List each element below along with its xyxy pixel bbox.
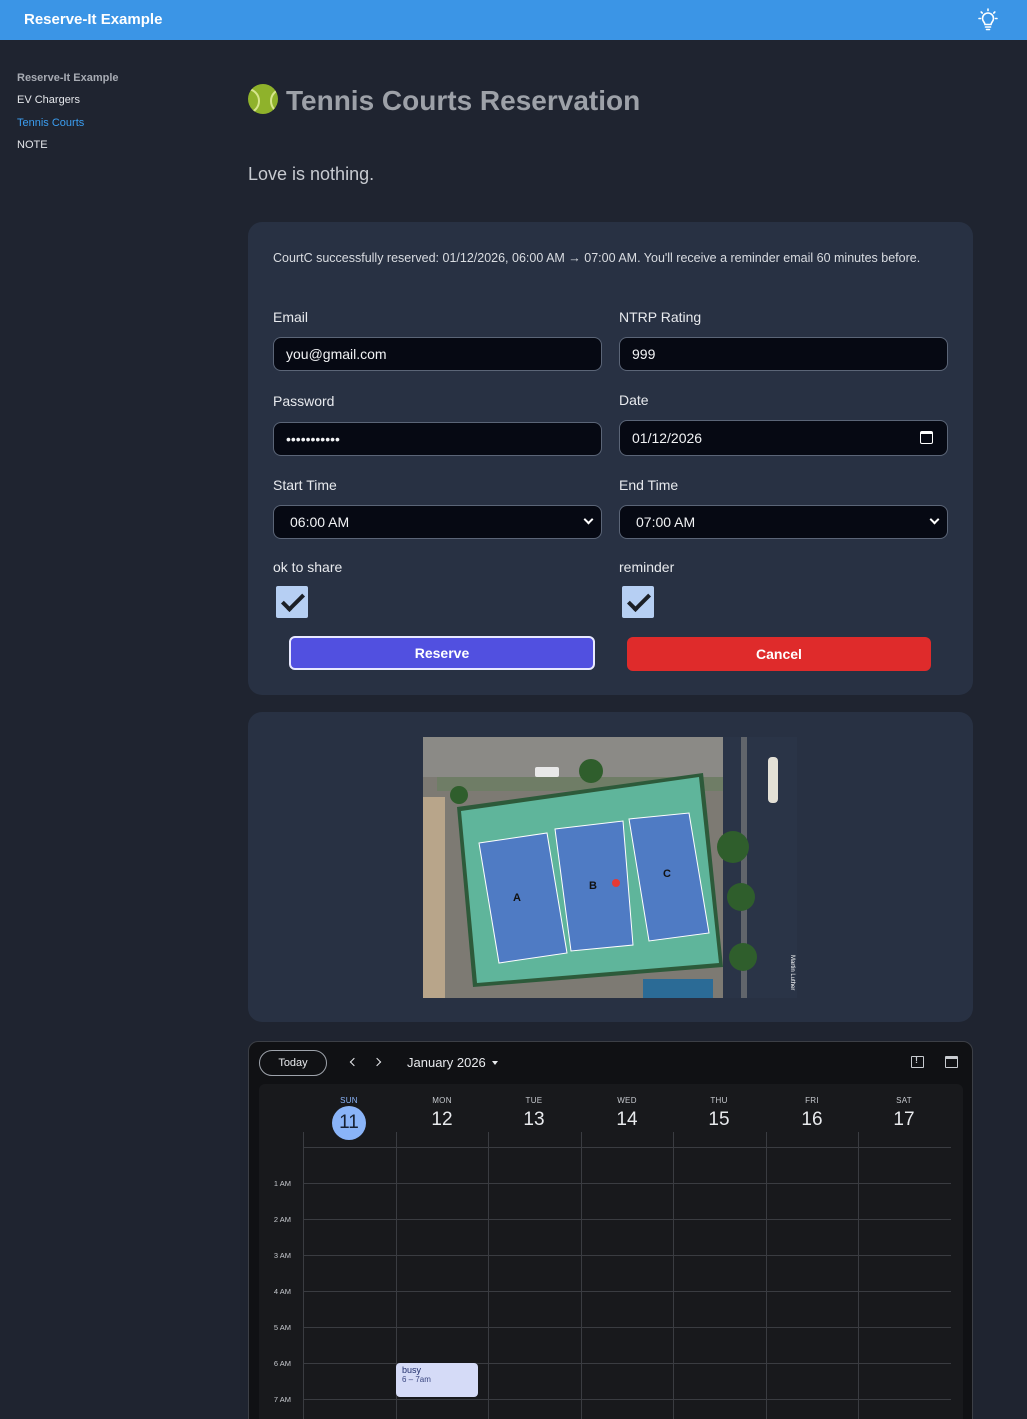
- day-date[interactable]: 17: [858, 1109, 950, 1131]
- court-map-image: A B C Martin Luther: [423, 737, 797, 998]
- day-name: MON: [432, 1096, 452, 1105]
- chevron-down-icon: [929, 514, 940, 525]
- app-header: Reserve-It Example: [0, 0, 1027, 40]
- date-value: 01/12/2026: [632, 430, 703, 446]
- sidebar-item-ev-chargers[interactable]: EV Chargers: [17, 94, 80, 106]
- hour-label: 7 AM: [273, 1395, 291, 1404]
- event-time: 6 – 7am: [402, 1375, 431, 1384]
- day-header-sun[interactable]: SUN 11: [303, 1096, 395, 1140]
- grid-divider: [858, 1132, 859, 1419]
- grid-divider: [488, 1132, 489, 1419]
- day-date[interactable]: 16: [766, 1109, 858, 1131]
- court-label-b: B: [589, 880, 597, 892]
- hour-label: 1 AM: [273, 1179, 291, 1188]
- password-label: Password: [273, 393, 335, 409]
- email-label: Email: [273, 309, 309, 325]
- chevron-right-icon[interactable]: [369, 1052, 389, 1072]
- month-label: January 2026: [407, 1055, 486, 1070]
- tennis-ball-icon: [248, 84, 278, 114]
- hour-line: [303, 1255, 951, 1256]
- hour-label: 3 AM: [273, 1251, 291, 1260]
- page-title-text: Tennis Courts Reservation: [286, 85, 641, 116]
- cancel-button[interactable]: Cancel: [627, 637, 931, 671]
- grid-divider: [303, 1132, 304, 1419]
- day-name: THU: [710, 1096, 728, 1105]
- reminder-label: reminder: [619, 559, 675, 575]
- court-label-c: C: [663, 868, 671, 880]
- week-grid: SUN 11 MON 12 TUE 13 WED 14 THU 15 FRI 1…: [259, 1084, 963, 1419]
- calendar-icon[interactable]: [945, 1056, 958, 1068]
- day-name: WED: [617, 1096, 637, 1105]
- feedback-icon[interactable]: [911, 1055, 924, 1068]
- caret-down-icon: [491, 1061, 498, 1065]
- start-time-value: 06:00 AM: [290, 514, 350, 530]
- hour-label: 5 AM: [273, 1323, 291, 1332]
- day-date[interactable]: 11: [332, 1106, 366, 1140]
- event-title: busy: [402, 1365, 422, 1375]
- ntrp-rating-field[interactable]: 999: [619, 337, 948, 371]
- day-name: TUE: [525, 1096, 543, 1105]
- day-header-thu[interactable]: THU 15: [673, 1096, 765, 1131]
- grid-divider: [673, 1132, 674, 1419]
- hour-line: [303, 1147, 951, 1148]
- reminder-checkbox[interactable]: [622, 586, 654, 618]
- date-field[interactable]: 01/12/2026: [619, 420, 948, 456]
- ok-to-share-checkbox[interactable]: [276, 586, 308, 618]
- month-selector[interactable]: January 2026: [407, 1055, 498, 1070]
- calendar-widget: Today January 2026 SUN 11 MON 12 TUE 13 …: [248, 1041, 973, 1419]
- calendar-icon[interactable]: [920, 431, 933, 444]
- day-date[interactable]: 13: [488, 1109, 580, 1131]
- hour-line: [303, 1327, 951, 1328]
- page-subtitle: Love is nothing.: [248, 164, 375, 184]
- street-label: Martin Luther: [789, 955, 795, 990]
- lightbulb-icon[interactable]: [976, 8, 1000, 32]
- day-header-mon[interactable]: MON 12: [396, 1096, 488, 1131]
- hour-label: 6 AM: [273, 1359, 291, 1368]
- status-message: CourtC successfully reserved: 01/12/2026…: [273, 251, 921, 265]
- hour-label: 2 AM: [273, 1215, 291, 1224]
- day-name: SAT: [896, 1096, 912, 1105]
- day-name: SUN: [340, 1096, 358, 1105]
- hour-line: [303, 1219, 951, 1220]
- page-title: Tennis Courts Reservation: [248, 84, 640, 117]
- day-date[interactable]: 15: [673, 1109, 765, 1131]
- sidebar-item-note[interactable]: NOTE: [17, 139, 48, 151]
- app-title[interactable]: Reserve-It Example: [24, 11, 162, 28]
- end-time-value: 07:00 AM: [636, 514, 696, 530]
- grid-divider: [581, 1132, 582, 1419]
- hour-label: 4 AM: [273, 1287, 291, 1296]
- hour-line: [303, 1399, 951, 1400]
- grid-divider: [766, 1132, 767, 1419]
- sidebar-item-home[interactable]: Reserve-It Example: [17, 72, 119, 84]
- calendar-event[interactable]: busy 6 – 7am: [396, 1363, 478, 1397]
- day-date[interactable]: 12: [396, 1109, 488, 1131]
- chevron-down-icon: [583, 514, 594, 525]
- day-name: FRI: [805, 1096, 819, 1105]
- hour-line: [303, 1183, 951, 1184]
- reserve-button[interactable]: Reserve: [289, 636, 595, 670]
- day-header-sat[interactable]: SAT 17: [858, 1096, 950, 1131]
- start-time-select[interactable]: 06:00 AM: [273, 505, 602, 539]
- day-date[interactable]: 14: [581, 1109, 673, 1131]
- map-pin-icon: [612, 879, 620, 887]
- reservation-form-card: CourtC successfully reserved: 01/12/2026…: [248, 222, 973, 695]
- chevron-left-icon[interactable]: [344, 1052, 364, 1072]
- email-field[interactable]: you@gmail.com: [273, 337, 602, 371]
- ok-to-share-label: ok to share: [273, 559, 343, 575]
- court-map-card: A B C Martin Luther: [248, 712, 973, 1022]
- start-time-label: Start Time: [273, 477, 337, 493]
- end-time-label: End Time: [619, 477, 679, 493]
- hour-line: [303, 1291, 951, 1292]
- password-field[interactable]: •••••••••••: [273, 422, 602, 456]
- court-label-a: A: [513, 892, 521, 904]
- date-label: Date: [619, 392, 649, 408]
- sidebar-item-tennis-courts[interactable]: Tennis Courts: [17, 117, 84, 129]
- today-button[interactable]: Today: [259, 1050, 327, 1076]
- end-time-select[interactable]: 07:00 AM: [619, 505, 948, 539]
- ntrp-label: NTRP Rating: [619, 309, 702, 325]
- day-header-wed[interactable]: WED 14: [581, 1096, 673, 1131]
- day-header-fri[interactable]: FRI 16: [766, 1096, 858, 1131]
- day-header-tue[interactable]: TUE 13: [488, 1096, 580, 1131]
